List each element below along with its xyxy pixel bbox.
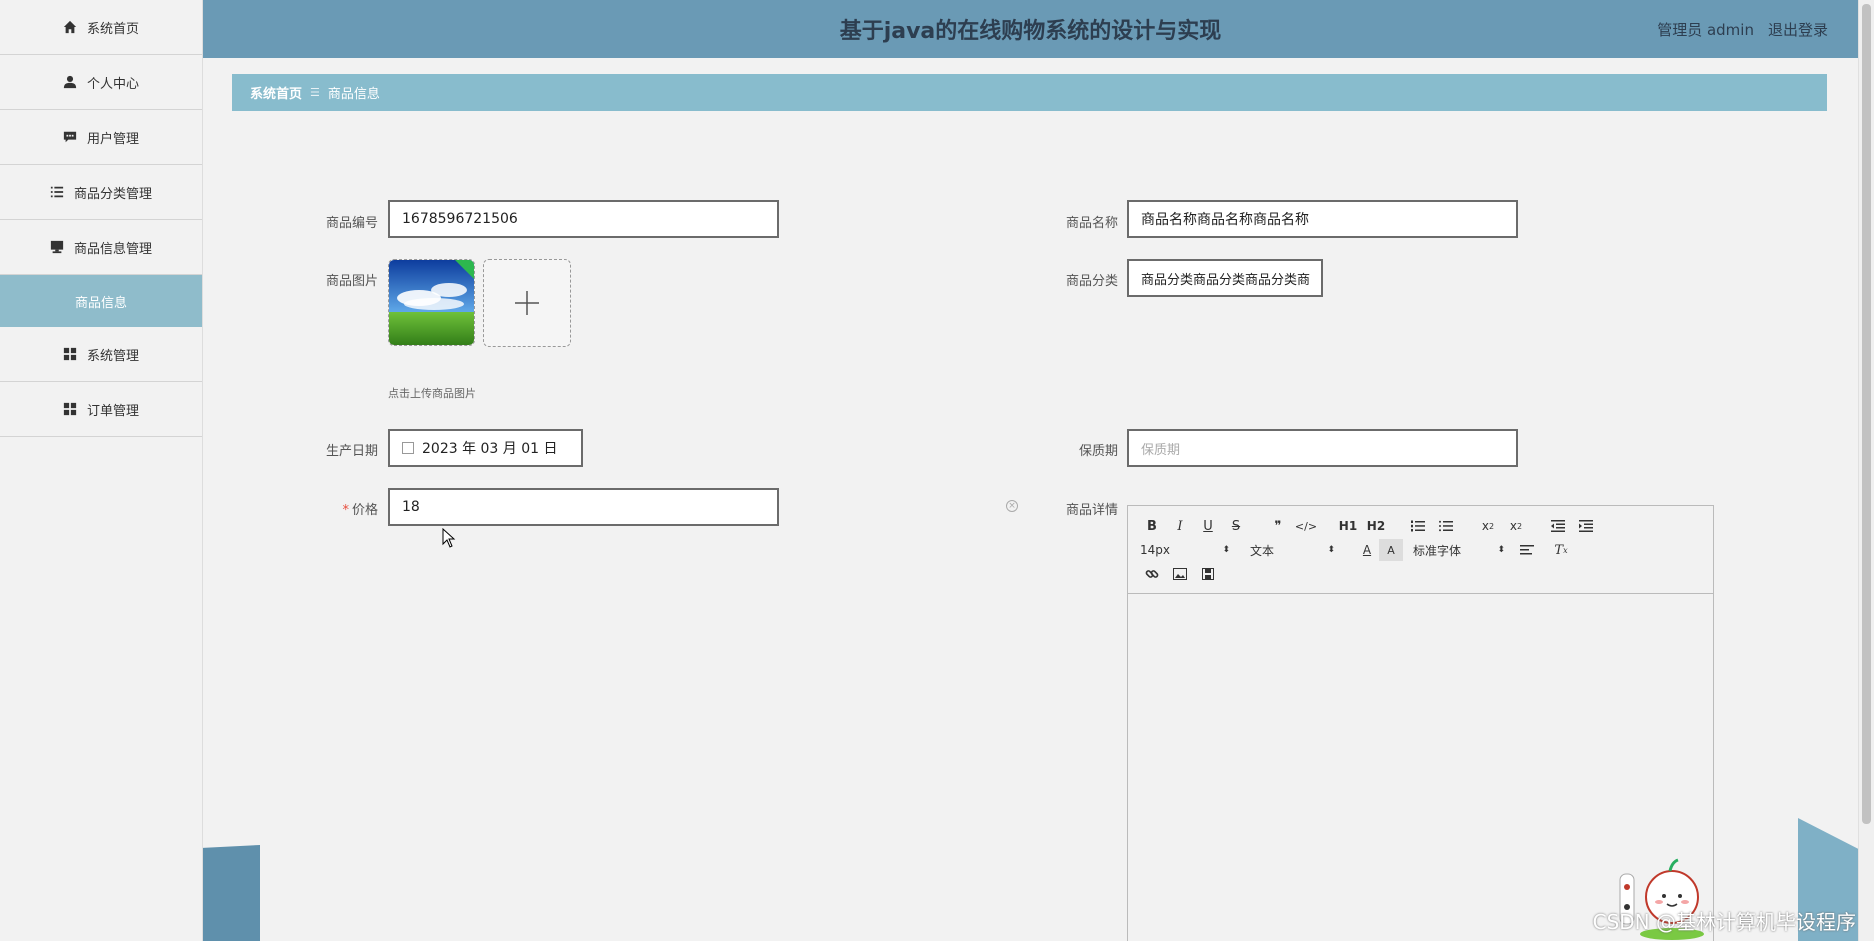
background-color-icon[interactable]: A <box>1379 539 1403 561</box>
calendar-icon <box>402 442 414 454</box>
list-icon <box>50 186 64 198</box>
sidebar-item-label: 商品信息 <box>74 295 127 311</box>
bold-button[interactable]: B <box>1140 515 1164 537</box>
quote-button[interactable]: ❞ <box>1266 515 1290 537</box>
price-label: * 价格 <box>288 499 378 518</box>
link-icon[interactable] <box>1140 563 1164 585</box>
category-label: 商品分类 <box>1065 274 1118 289</box>
italic-button[interactable]: I <box>1168 515 1192 537</box>
detail-label: 商品详情 <box>1065 503 1118 518</box>
sidebar-item-order-management[interactable]: 订单管理 <box>0 382 202 437</box>
code-label: 商品编号 <box>325 216 378 231</box>
landscape-image <box>389 260 474 345</box>
font-color-icon[interactable]: A <box>1355 539 1379 561</box>
grid-icon <box>63 347 77 361</box>
shelf-life-input[interactable]: 保质期 <box>1127 429 1518 467</box>
ordered-list-icon[interactable] <box>1406 515 1430 537</box>
sidebar-item-personal-center[interactable]: 个人中心 <box>0 55 202 110</box>
sidebar-item-label: 商品信息管理 <box>73 241 152 257</box>
bullet-list-icon[interactable] <box>1434 515 1458 537</box>
sidebar: 系统首页 个人中心 用户管理 商品分类管理 商品信息管理 商品信息 系统管理 订… <box>0 0 203 941</box>
sidebar-item-product-management[interactable]: 商品信息管理 <box>0 220 202 275</box>
top-header: 基于java的在线购物系统的设计与实现 管理员 admin 退出登录 <box>203 0 1858 58</box>
vertical-scrollbar[interactable] <box>1858 0 1874 941</box>
sidebar-subitem-product-info[interactable]: 商品信息 <box>0 275 202 327</box>
sidebar-item-label: 商品分类管理 <box>73 186 152 202</box>
name-input[interactable]: 商品名称商品名称商品名称 <box>1127 200 1518 238</box>
superscript-icon[interactable]: x2 <box>1504 515 1528 537</box>
subscript-icon[interactable]: x2 <box>1476 515 1500 537</box>
sidebar-item-category-management[interactable]: 商品分类管理 <box>0 165 202 220</box>
sidebar-item-system-management[interactable]: 系统管理 <box>0 327 202 382</box>
block-type-select[interactable]: 文本 ⬍ <box>1250 542 1335 559</box>
code-block-button[interactable]: </> <box>1294 515 1318 537</box>
decorative-shape-left <box>203 845 260 941</box>
breadcrumb-home[interactable]: 系统首页 <box>250 83 302 102</box>
heading1-button[interactable]: H1 <box>1336 515 1360 537</box>
home-icon <box>63 20 77 34</box>
select-arrow-icon: ⬍ <box>1222 545 1230 555</box>
editor-toolbar: B I U S ❞ </> H1 H2 x2 x2 14px ⬍ 文本 ⬍ A … <box>1128 506 1713 594</box>
monitor-icon <box>50 240 64 254</box>
name-label: 商品名称 <box>1065 216 1118 231</box>
select-arrow-icon: ⬍ <box>1497 545 1505 555</box>
required-mark: * <box>342 503 349 518</box>
image-label: 商品图片 <box>325 274 378 289</box>
logout-link[interactable]: 退出登录 <box>1768 19 1828 40</box>
chat-icon <box>63 131 77 143</box>
align-icon[interactable] <box>1515 539 1539 561</box>
strikethrough-button[interactable]: S <box>1224 515 1248 537</box>
plus-icon <box>515 291 539 315</box>
code-input[interactable]: 1678596721506 <box>388 200 779 238</box>
image-icon[interactable] <box>1168 563 1192 585</box>
block-type-value: 文本 <box>1250 543 1275 558</box>
font-family-value: 标准字体 <box>1413 543 1462 558</box>
sidebar-item-label: 用户管理 <box>86 131 139 147</box>
outdent-icon[interactable] <box>1546 515 1570 537</box>
sidebar-item-home[interactable]: 系统首页 <box>0 0 202 55</box>
date-value: 2023 年 03 月 01 日 <box>422 441 558 457</box>
page-title: 基于java的在线购物系统的设计与实现 <box>839 19 1222 44</box>
grid-icon <box>63 402 77 416</box>
clear-format-icon[interactable]: Tx <box>1549 539 1573 561</box>
select-arrow-icon: ⬍ <box>1327 545 1335 555</box>
user-icon <box>63 75 77 89</box>
production-date-picker[interactable]: 2023 年 03 月 01 日 <box>388 429 583 467</box>
font-family-select[interactable]: 标准字体 ⬍ <box>1413 542 1505 559</box>
watermark: CSDN @基林计算机毕设程序 <box>1592 910 1856 934</box>
user-area: 管理员 admin 退出登录 <box>1657 19 1828 40</box>
category-select[interactable]: 商品分类商品分类商品分类商 <box>1127 259 1323 297</box>
underline-button[interactable]: U <box>1196 515 1220 537</box>
font-size-select[interactable]: 14px ⬍ <box>1140 543 1230 557</box>
breadcrumb-current: 商品信息 <box>327 87 380 102</box>
product-image-thumbnail[interactable] <box>388 259 475 346</box>
scrollbar-thumb[interactable] <box>1862 4 1871 824</box>
shelf-life-label: 保质期 <box>1078 444 1118 459</box>
clear-icon[interactable]: × <box>1006 500 1018 512</box>
font-size-value: 14px <box>1140 543 1170 557</box>
sidebar-item-label: 系统首页 <box>86 21 139 37</box>
sidebar-item-label: 系统管理 <box>86 348 139 364</box>
breadcrumb-separator-icon: ☰ <box>310 86 320 99</box>
sidebar-item-label: 个人中心 <box>86 76 139 92</box>
user-label: 管理员 admin <box>1657 21 1754 39</box>
price-label-text: 价格 <box>351 503 378 518</box>
sidebar-item-label: 订单管理 <box>86 403 139 419</box>
indent-icon[interactable] <box>1574 515 1598 537</box>
image-upload-hint: 点击上传商品图片 <box>388 387 476 400</box>
heading2-button[interactable]: H2 <box>1364 515 1388 537</box>
sidebar-item-user-management[interactable]: 用户管理 <box>0 110 202 165</box>
date-label: 生产日期 <box>325 444 378 459</box>
price-input[interactable]: 18 <box>388 488 779 526</box>
mouse-cursor-icon <box>442 528 456 548</box>
breadcrumb: 系统首页 ☰ 商品信息 <box>232 74 1827 111</box>
image-upload-button[interactable] <box>483 259 571 347</box>
video-icon[interactable] <box>1196 563 1220 585</box>
